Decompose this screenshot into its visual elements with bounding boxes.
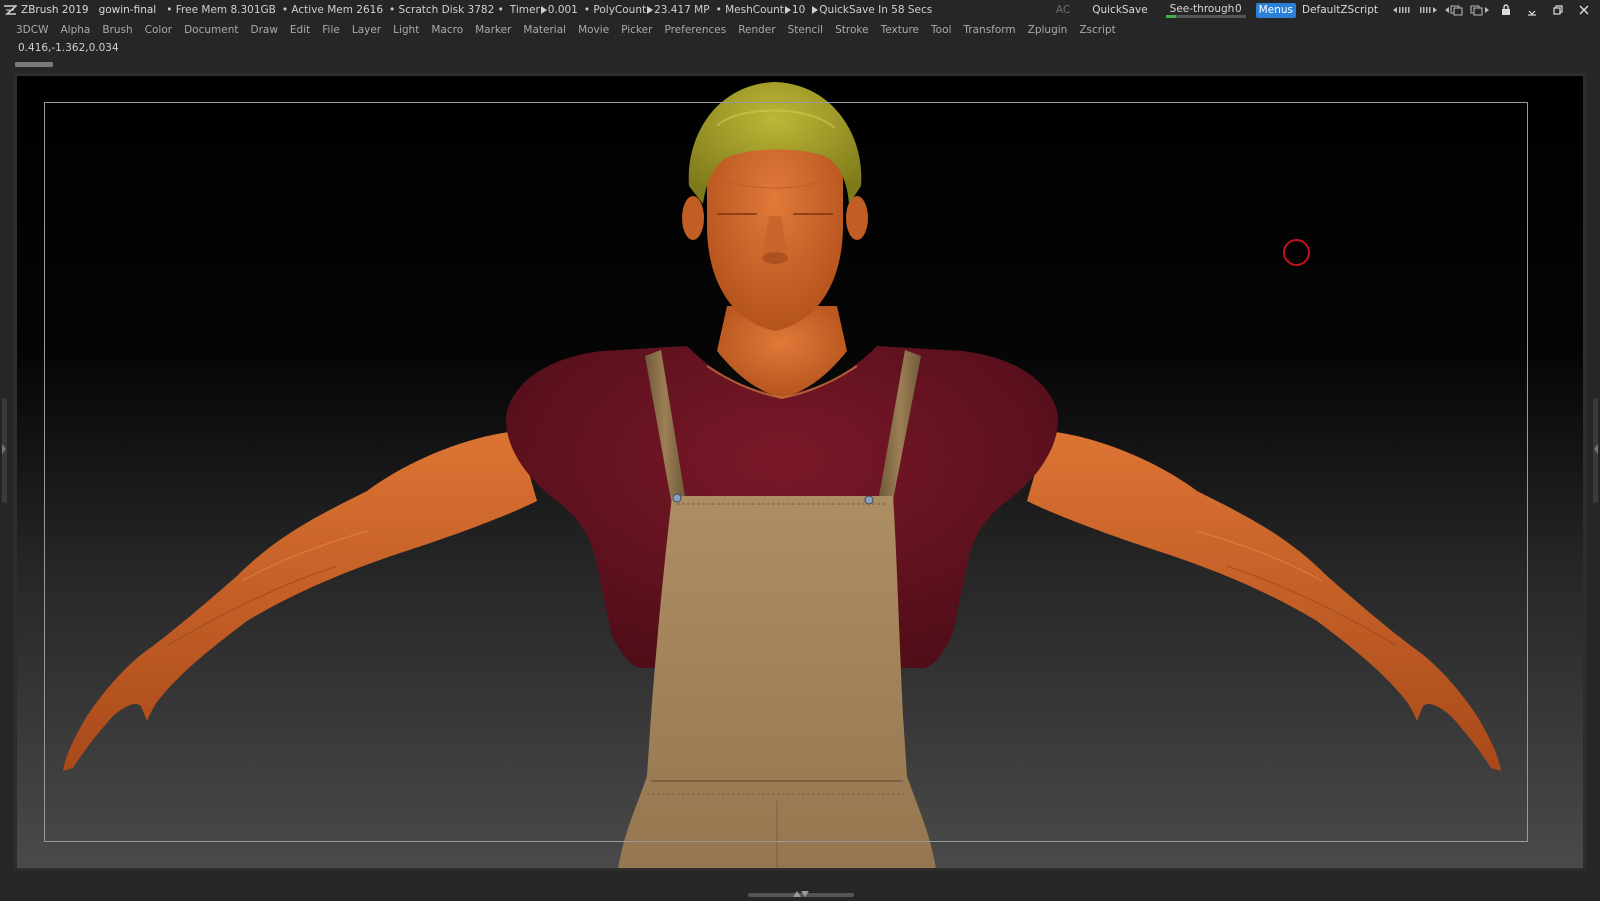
meshcount-stat: • MeshCount 10	[716, 4, 806, 16]
document-name: gowin-final	[98, 4, 157, 16]
menu-transform[interactable]: Transform	[963, 24, 1015, 36]
menu-macro[interactable]: Macro	[431, 24, 463, 36]
left-tray-toggle[interactable]	[2, 398, 7, 503]
meshcount-value: 10	[791, 4, 806, 16]
menu-document[interactable]: Document	[184, 24, 238, 36]
left-arm	[63, 431, 537, 771]
main-menu-bar: 3DCW Alpha Brush Color Document Draw Edit File L…	[0, 20, 1600, 40]
menu-alpha[interactable]: Alpha	[60, 24, 90, 36]
menu-file[interactable]: File	[322, 24, 340, 36]
menu-render[interactable]: Render	[738, 24, 775, 36]
right-tray-toggle[interactable]	[1593, 398, 1598, 503]
zbrush-logo-icon	[3, 4, 17, 16]
right-strap-button	[864, 495, 874, 505]
cursor-coordinates: 0.416,-1.362,0.034	[18, 42, 119, 54]
timer-value: 0.001	[547, 4, 578, 16]
ac-button[interactable]: AC	[1056, 4, 1070, 16]
brush-cursor-icon	[1283, 239, 1310, 266]
timer-stat: Timer 0.001	[510, 4, 578, 16]
menu-color[interactable]: Color	[145, 24, 172, 36]
tray-expand-icon[interactable]	[1418, 3, 1438, 17]
app-name: ZBrush 2019	[21, 4, 89, 16]
lock-icon[interactable]	[1496, 3, 1516, 17]
see-through-track	[1165, 15, 1246, 18]
menu-picker[interactable]: Picker	[621, 24, 652, 36]
scratch-disk: • Scratch Disk 3782 •	[389, 4, 504, 16]
play-triangle-icon	[647, 6, 654, 14]
quicksave-button[interactable]: QuickSave	[1092, 4, 1147, 16]
menu-stencil[interactable]: Stencil	[788, 24, 824, 36]
menu-zscript[interactable]: Zscript	[1079, 24, 1115, 36]
see-through-label: See-through	[1169, 3, 1235, 15]
polycount-stat: • PolyCount 23.417 MP	[584, 4, 710, 16]
play-triangle-icon	[812, 6, 819, 14]
menus-toggle-button[interactable]: Menus	[1255, 2, 1296, 18]
menu-light[interactable]: Light	[393, 24, 419, 36]
see-through-value: 0	[1234, 3, 1242, 15]
menu-marker[interactable]: Marker	[475, 24, 511, 36]
timer-label: Timer	[509, 4, 540, 16]
active-mem: • Active Mem 2616	[281, 4, 384, 16]
play-triangle-icon	[540, 6, 547, 14]
title-bar: ZBrush 2019 gowin-final • Free Mem 8.301…	[0, 0, 1600, 20]
minimize-icon[interactable]	[1522, 3, 1542, 17]
menu-3dcw[interactable]: 3DCW	[16, 24, 48, 36]
menu-texture[interactable]: Texture	[881, 24, 919, 36]
quicksave-status-text: QuickSave In 58 Secs	[819, 4, 933, 16]
document-canvas[interactable]	[17, 76, 1583, 868]
top-shelf-handle[interactable]	[15, 62, 53, 67]
see-through-slider[interactable]: See-through 0	[1165, 2, 1246, 18]
meshcount-label: • MeshCount	[715, 4, 784, 16]
menu-material[interactable]: Material	[523, 24, 566, 36]
tray-collapse-icon[interactable]	[1392, 3, 1412, 17]
menu-layer[interactable]: Layer	[352, 24, 381, 36]
quicksave-status: QuickSave In 58 Secs	[811, 4, 932, 16]
menu-stroke[interactable]: Stroke	[835, 24, 868, 36]
bottom-shelf-toggle-icon[interactable]	[792, 890, 810, 898]
polycount-label: • PolyCount	[583, 4, 647, 16]
right-arm	[1027, 431, 1501, 771]
close-icon[interactable]	[1574, 3, 1594, 17]
menu-movie[interactable]: Movie	[578, 24, 609, 36]
menu-preferences[interactable]: Preferences	[664, 24, 726, 36]
menu-brush[interactable]: Brush	[102, 24, 132, 36]
play-triangle-icon	[784, 6, 791, 14]
free-mem: • Free Mem 8.301GB	[166, 4, 276, 16]
polycount-value: 23.417 MP	[654, 4, 710, 16]
menu-zplugin[interactable]: Zplugin	[1028, 24, 1068, 36]
menu-tool[interactable]: Tool	[931, 24, 951, 36]
default-zscript-button[interactable]: DefaultZScript	[1302, 4, 1378, 16]
ui-layout-icon[interactable]	[1444, 3, 1464, 17]
left-strap-button	[672, 493, 682, 503]
sculpt-model	[63, 82, 1501, 868]
restore-icon[interactable]	[1548, 3, 1568, 17]
see-through-fill	[1165, 15, 1176, 18]
ui-swap-icon[interactable]	[1470, 3, 1490, 17]
menu-edit[interactable]: Edit	[290, 24, 310, 36]
menu-draw[interactable]: Draw	[250, 24, 277, 36]
